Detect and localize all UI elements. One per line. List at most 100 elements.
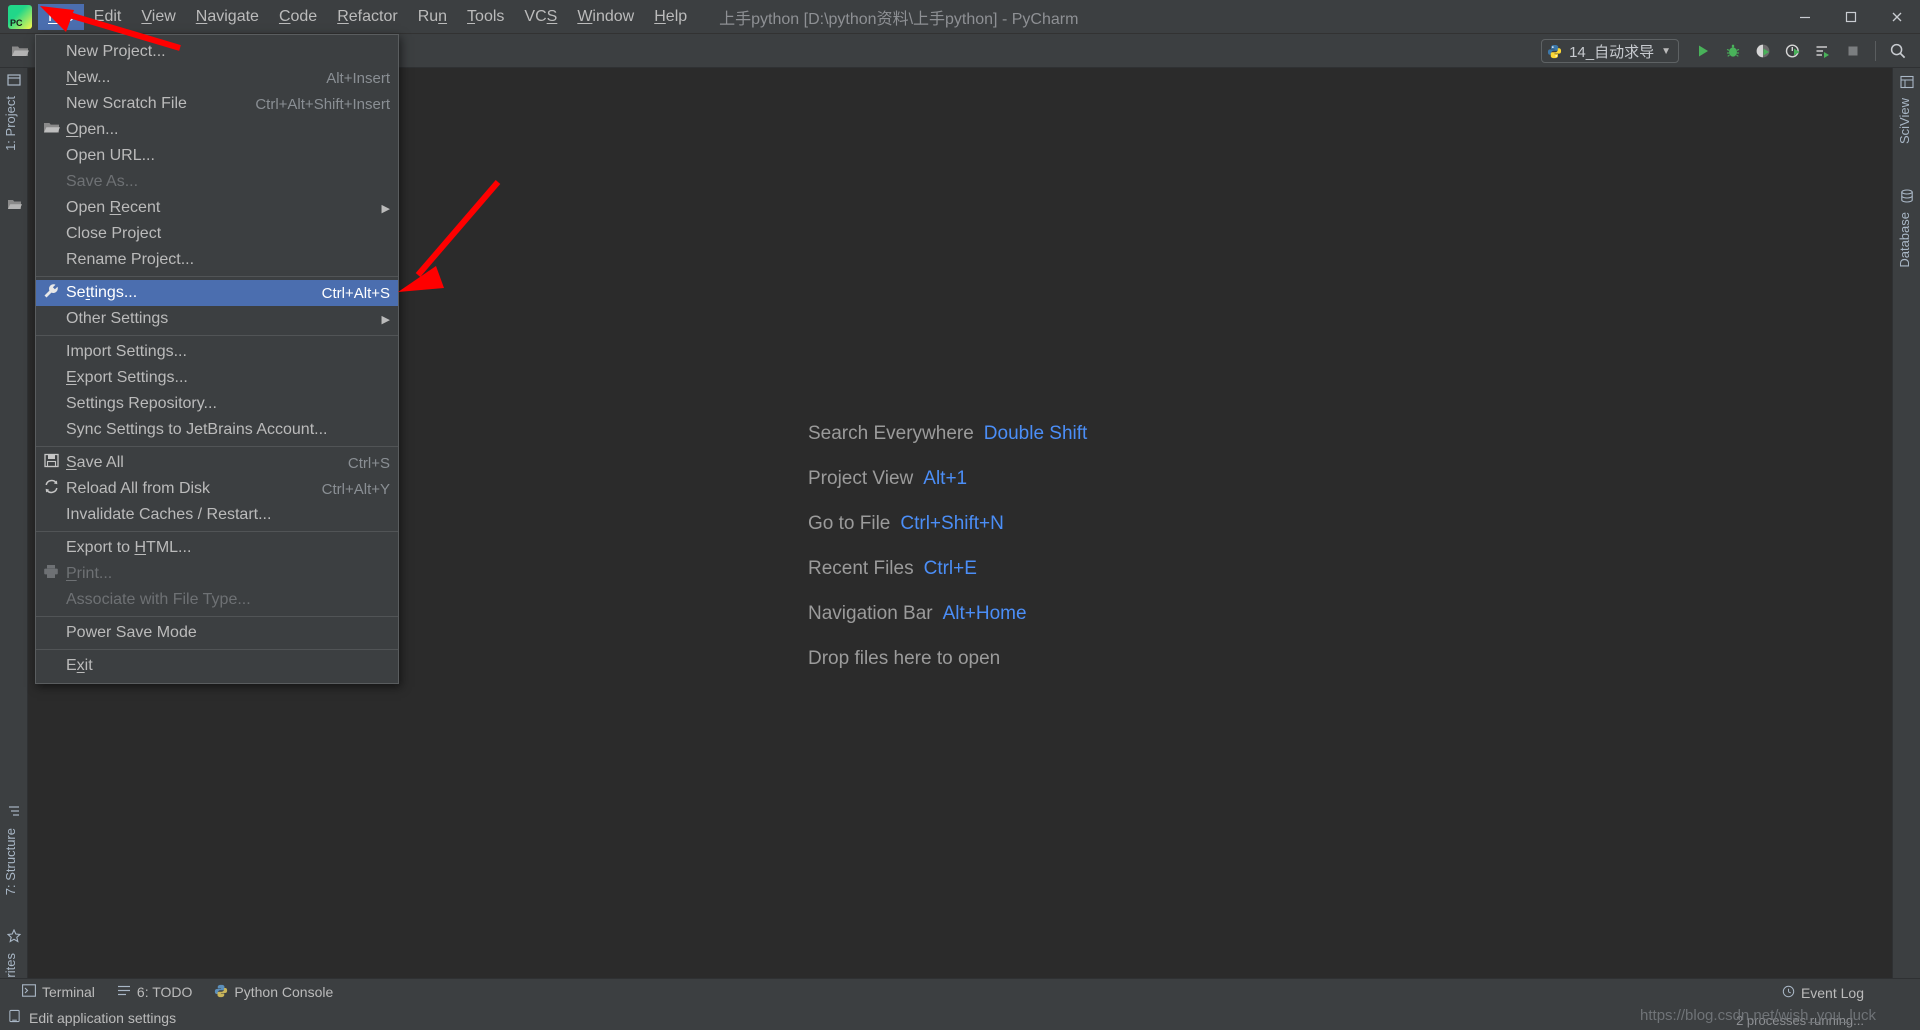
maximize-button[interactable] — [1828, 0, 1874, 34]
hint-shortcut: Double Shift — [984, 423, 1088, 444]
profile-button[interactable] — [1779, 38, 1807, 64]
bottom-tool-bar: Terminal 6: TODO Python Console Event Lo… — [0, 978, 1920, 1005]
menubar-item-run[interactable]: Run — [408, 4, 457, 30]
minimize-button[interactable] — [1782, 0, 1828, 34]
hint-action-name: Search Everywhere — [808, 423, 974, 444]
menu-item-label: Associate with File Type... — [66, 591, 390, 609]
database-icon[interactable] — [1899, 188, 1915, 204]
menu-item-open-url[interactable]: Open URL... — [36, 143, 398, 169]
menu-item-label: Export to HTML... — [66, 539, 390, 557]
menubar-item-code[interactable]: Code — [269, 4, 327, 30]
hint-row: Go to FileCtrl+Shift+N — [808, 513, 1087, 535]
menu-item-other-settings[interactable]: Other Settings▶ — [36, 306, 398, 332]
menubar-item-label: View — [141, 8, 175, 25]
menubar-item-label: Tools — [467, 8, 504, 25]
debug-button[interactable] — [1719, 38, 1747, 64]
project-icon[interactable] — [6, 72, 22, 88]
hint-row: Recent FilesCtrl+E — [808, 558, 1087, 580]
menu-item-shortcut: Ctrl+Alt+Y — [322, 481, 390, 498]
menu-item-gutter — [36, 280, 66, 306]
menu-item-new-project[interactable]: New Project... — [36, 39, 398, 65]
sidebar-item-database-label: Database — [1897, 212, 1912, 268]
structure-icon[interactable] — [6, 803, 22, 819]
menubar-item-help[interactable]: Help — [644, 4, 697, 30]
run-button[interactable] — [1689, 38, 1717, 64]
menu-bar: FileEdit View NavigateCode Refactor Run Tools… — [38, 0, 697, 34]
run-configuration-selector[interactable]: 14_自动求导 ▼ — [1541, 39, 1679, 63]
open-project-icon[interactable] — [6, 38, 34, 64]
menu-item-shortcut: Ctrl+Alt+S — [322, 285, 390, 302]
menu-item-label: Open... — [66, 121, 390, 139]
menu-item-sync-settings-to-jetbrains-account[interactable]: Sync Settings to JetBrains Account... — [36, 417, 398, 443]
menu-separator — [36, 616, 398, 617]
menu-item-export-settings[interactable]: Export Settings... — [36, 365, 398, 391]
search-button[interactable] — [1884, 38, 1912, 64]
menubar-item-label: Help — [654, 8, 687, 25]
menu-separator — [36, 335, 398, 336]
menu-item-label: Settings... — [66, 284, 304, 302]
folder-icon — [43, 120, 60, 140]
menubar-item-navigate[interactable]: Navigate — [186, 4, 269, 30]
menu-item-close-project[interactable]: Close Project — [36, 221, 398, 247]
favorites-star-icon[interactable] — [6, 928, 22, 944]
menu-item-new[interactable]: New...Alt+Insert — [36, 65, 398, 91]
close-button[interactable] — [1874, 0, 1920, 34]
menu-item-gutter — [36, 561, 66, 587]
hint-action-name: Project View — [808, 468, 913, 489]
menu-item-label: Exit — [66, 657, 390, 675]
menu-item-settings[interactable]: Settings... Ctrl+Alt+S — [36, 280, 398, 306]
run-tool-window-button[interactable] — [1809, 38, 1837, 64]
menu-item-export-to-html[interactable]: Export to HTML... — [36, 535, 398, 561]
menu-item-gutter — [36, 535, 66, 561]
event-log-button[interactable]: Event Log — [1782, 979, 1864, 1006]
hint-shortcut: Ctrl+E — [924, 558, 977, 579]
menu-item-rename-project[interactable]: Rename Project... — [36, 247, 398, 273]
project-files-icon[interactable] — [6, 196, 22, 212]
menu-item-settings-repository[interactable]: Settings Repository... — [36, 391, 398, 417]
menu-item-exit[interactable]: Exit — [36, 653, 398, 679]
tool-window-python-console-label: Python Console — [234, 984, 333, 1000]
menubar-item-tools[interactable]: Tools — [457, 4, 514, 30]
stop-button[interactable] — [1839, 38, 1867, 64]
menubar-item-view[interactable]: View — [131, 4, 185, 30]
menubar-item-file[interactable]: File — [38, 4, 84, 30]
run-with-coverage-button[interactable] — [1749, 38, 1777, 64]
menu-item-gutter — [36, 91, 66, 117]
menu-item-power-save-mode[interactable]: Power Save Mode — [36, 620, 398, 646]
sidebar-item-project-label: 1: Project — [3, 96, 18, 151]
drop-files-hint: Drop files here to open — [808, 648, 1087, 670]
tool-window-python-console[interactable]: Python Console — [214, 984, 333, 1001]
background-processes-indicator[interactable]: 2 processes running... — [1736, 1013, 1864, 1028]
menu-item-reload-all-from-disk[interactable]: Reload All from Disk Ctrl+Alt+Y — [36, 476, 398, 502]
window-title: 上手python [D:\python资料\上手python] - PyChar… — [719, 5, 1078, 29]
menu-item-save-all[interactable]: Save AllCtrl+S — [36, 450, 398, 476]
menu-item-label: Invalidate Caches / Restart... — [66, 506, 390, 524]
menubar-item-window[interactable]: Window — [567, 4, 644, 30]
menu-item-invalidate-caches-restart[interactable]: Invalidate Caches / Restart... — [36, 502, 398, 528]
menu-separator — [36, 531, 398, 532]
menu-item-print: Print... — [36, 561, 398, 587]
menubar-item-vcs[interactable]: VCS — [514, 4, 567, 30]
menu-item-gutter — [36, 247, 66, 273]
sidebar-item-sciview[interactable]: SciView — [1897, 92, 1912, 150]
menu-item-gutter — [36, 117, 66, 143]
python-console-icon — [214, 984, 228, 1001]
sidebar-item-structure[interactable]: 7: Structure — [3, 822, 18, 901]
menu-item-open-recent[interactable]: Open Recent▶ — [36, 195, 398, 221]
menubar-item-label: Refactor — [337, 8, 397, 25]
window-controls — [1782, 0, 1920, 34]
event-log-icon — [1782, 985, 1795, 1001]
menu-item-import-settings[interactable]: Import Settings... — [36, 339, 398, 365]
sidebar-item-project[interactable]: 1: Project — [3, 90, 18, 157]
sciview-icon[interactable] — [1899, 74, 1915, 90]
menu-item-label: Power Save Mode — [66, 624, 390, 642]
menubar-item-refactor[interactable]: Refactor — [327, 4, 407, 30]
tool-window-todo[interactable]: 6: TODO — [117, 984, 193, 1000]
sidebar-item-database[interactable]: Database — [1897, 206, 1912, 274]
menu-item-open[interactable]: Open... — [36, 117, 398, 143]
menubar-item-edit[interactable]: Edit — [84, 4, 132, 30]
menu-item-label: Reload All from Disk — [66, 480, 304, 498]
hint-action-name: Navigation Bar — [808, 603, 933, 624]
menu-item-new-scratch-file[interactable]: New Scratch FileCtrl+Alt+Shift+Insert — [36, 91, 398, 117]
tool-window-terminal[interactable]: Terminal — [22, 984, 95, 1000]
